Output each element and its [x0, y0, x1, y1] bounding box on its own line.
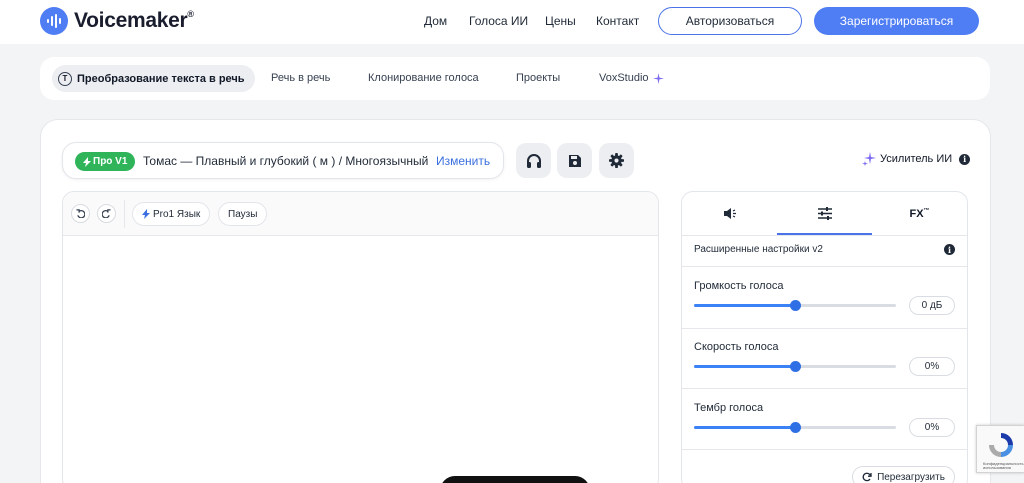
divider: [682, 388, 967, 389]
recaptcha-badge[interactable]: Конфиденциальность - Условия использован…: [976, 425, 1024, 473]
volume-slider[interactable]: [694, 300, 896, 311]
slider-thumb[interactable]: [790, 300, 801, 311]
undo-icon: [76, 209, 85, 218]
info-icon[interactable]: i: [944, 244, 955, 255]
pro-badge: Про V1: [75, 152, 136, 171]
login-button[interactable]: Авторизоваться: [658, 7, 802, 35]
speaker-icon: [723, 208, 736, 219]
recaptcha-text: Конфиденциальность - Условия использован…: [983, 461, 1024, 470]
speed-value[interactable]: 0%: [909, 357, 955, 376]
undo-button[interactable]: [71, 204, 90, 223]
volume-value[interactable]: 0 дБ: [909, 296, 955, 315]
listen-button[interactable]: [516, 143, 551, 178]
floppy-icon: [568, 154, 581, 167]
nav-ai-voices[interactable]: Голоса ИИ: [469, 14, 528, 28]
refresh-icon: [862, 472, 872, 482]
slider-thumb[interactable]: [790, 422, 801, 433]
text-icon: T: [58, 71, 72, 86]
pitch-slider[interactable]: [694, 422, 896, 433]
slider-fill: [694, 365, 795, 368]
tab-voice-cloning[interactable]: Клонирование голоса: [368, 72, 479, 84]
settings-button[interactable]: [599, 143, 634, 178]
tab-voxstudio[interactable]: VoxStudio: [599, 72, 664, 84]
fx-label: FX™: [909, 207, 930, 220]
nav-home[interactable]: Дом: [424, 14, 447, 28]
info-icon[interactable]: i: [959, 153, 971, 165]
volume-label: Громкость голоса: [694, 280, 784, 292]
tab-label: Преобразование текста в речь: [77, 72, 245, 85]
redo-icon: [102, 209, 111, 218]
divider: [682, 328, 967, 329]
pitch-value[interactable]: 0%: [909, 418, 955, 437]
logo-text: Voicemaker®: [74, 9, 194, 32]
recaptcha-icon: [989, 433, 1013, 457]
headphones-icon: [526, 153, 541, 168]
speed-label: Скорость голоса: [694, 341, 779, 353]
divider: [682, 449, 967, 450]
ai-enhancer-toggle[interactable]: Усилитель ИИ i: [862, 152, 971, 166]
pitch-label: Тембр голоса: [694, 402, 764, 414]
voicemaker-logo[interactable]: Voicemaker®: [40, 7, 194, 35]
tab-fx[interactable]: FX™: [872, 192, 967, 235]
lightning-icon: [142, 209, 150, 219]
sparkle-icon: [862, 152, 876, 166]
tab-label: VoxStudio: [599, 72, 649, 84]
sliders-icon: [817, 207, 832, 220]
tab-audio[interactable]: [682, 192, 777, 235]
tab-projects[interactable]: Проекты: [516, 72, 560, 84]
sparkle-icon: [652, 72, 664, 84]
tab-advanced-settings[interactable]: [777, 192, 872, 235]
redo-button[interactable]: [97, 204, 116, 223]
slider-thumb[interactable]: [790, 361, 801, 372]
pro1-language-button[interactable]: Pro1 Язык: [132, 202, 211, 226]
advanced-settings-title: Расширенные настройки v2: [694, 244, 823, 255]
slider-fill: [694, 304, 795, 307]
voice-selector[interactable]: Про V1 Томас — Плавный и глубокий ( м ) …: [62, 142, 504, 179]
mode-tabs: T Преобразование текста в речь Речь в ре…: [40, 57, 990, 100]
divider: [682, 266, 967, 267]
settings-panel: FX™ Расширенные настройки v2 i Громкость…: [681, 191, 968, 483]
voice-name: Томас — Плавный и глубокий ( м ) / Много…: [143, 154, 429, 168]
speed-slider[interactable]: [694, 361, 896, 372]
tab-speech-to-speech[interactable]: Речь в речь: [271, 72, 330, 84]
divider: [682, 235, 967, 236]
tab-text-to-speech[interactable]: T Преобразование текста в речь: [52, 65, 255, 92]
slider-fill: [694, 426, 795, 429]
gear-icon: [609, 153, 624, 168]
signup-button[interactable]: Зарегистрироваться: [814, 7, 979, 35]
save-button[interactable]: [557, 143, 592, 178]
pauses-button[interactable]: Паузы: [218, 202, 268, 226]
logo-waveform-icon: [40, 7, 68, 35]
text-editor[interactable]: Pro1 Язык Паузы: [62, 191, 659, 483]
nav-pricing[interactable]: Цены: [545, 14, 576, 28]
change-voice-link[interactable]: Изменить: [436, 154, 490, 168]
ai-enhancer-label: Усилитель ИИ: [880, 153, 953, 165]
editor-toolbar: Pro1 Язык Паузы: [63, 192, 658, 236]
active-tab-indicator: [777, 233, 872, 235]
toolbar-divider: [124, 200, 125, 228]
nav-contact[interactable]: Контакт: [596, 14, 639, 28]
floating-action-bar[interactable]: [440, 476, 590, 483]
reset-button[interactable]: Перезагрузить: [852, 466, 955, 483]
top-header: Voicemaker® Дом Голоса ИИ Цены Контакт А…: [0, 0, 1024, 44]
lightning-icon: [83, 156, 91, 167]
